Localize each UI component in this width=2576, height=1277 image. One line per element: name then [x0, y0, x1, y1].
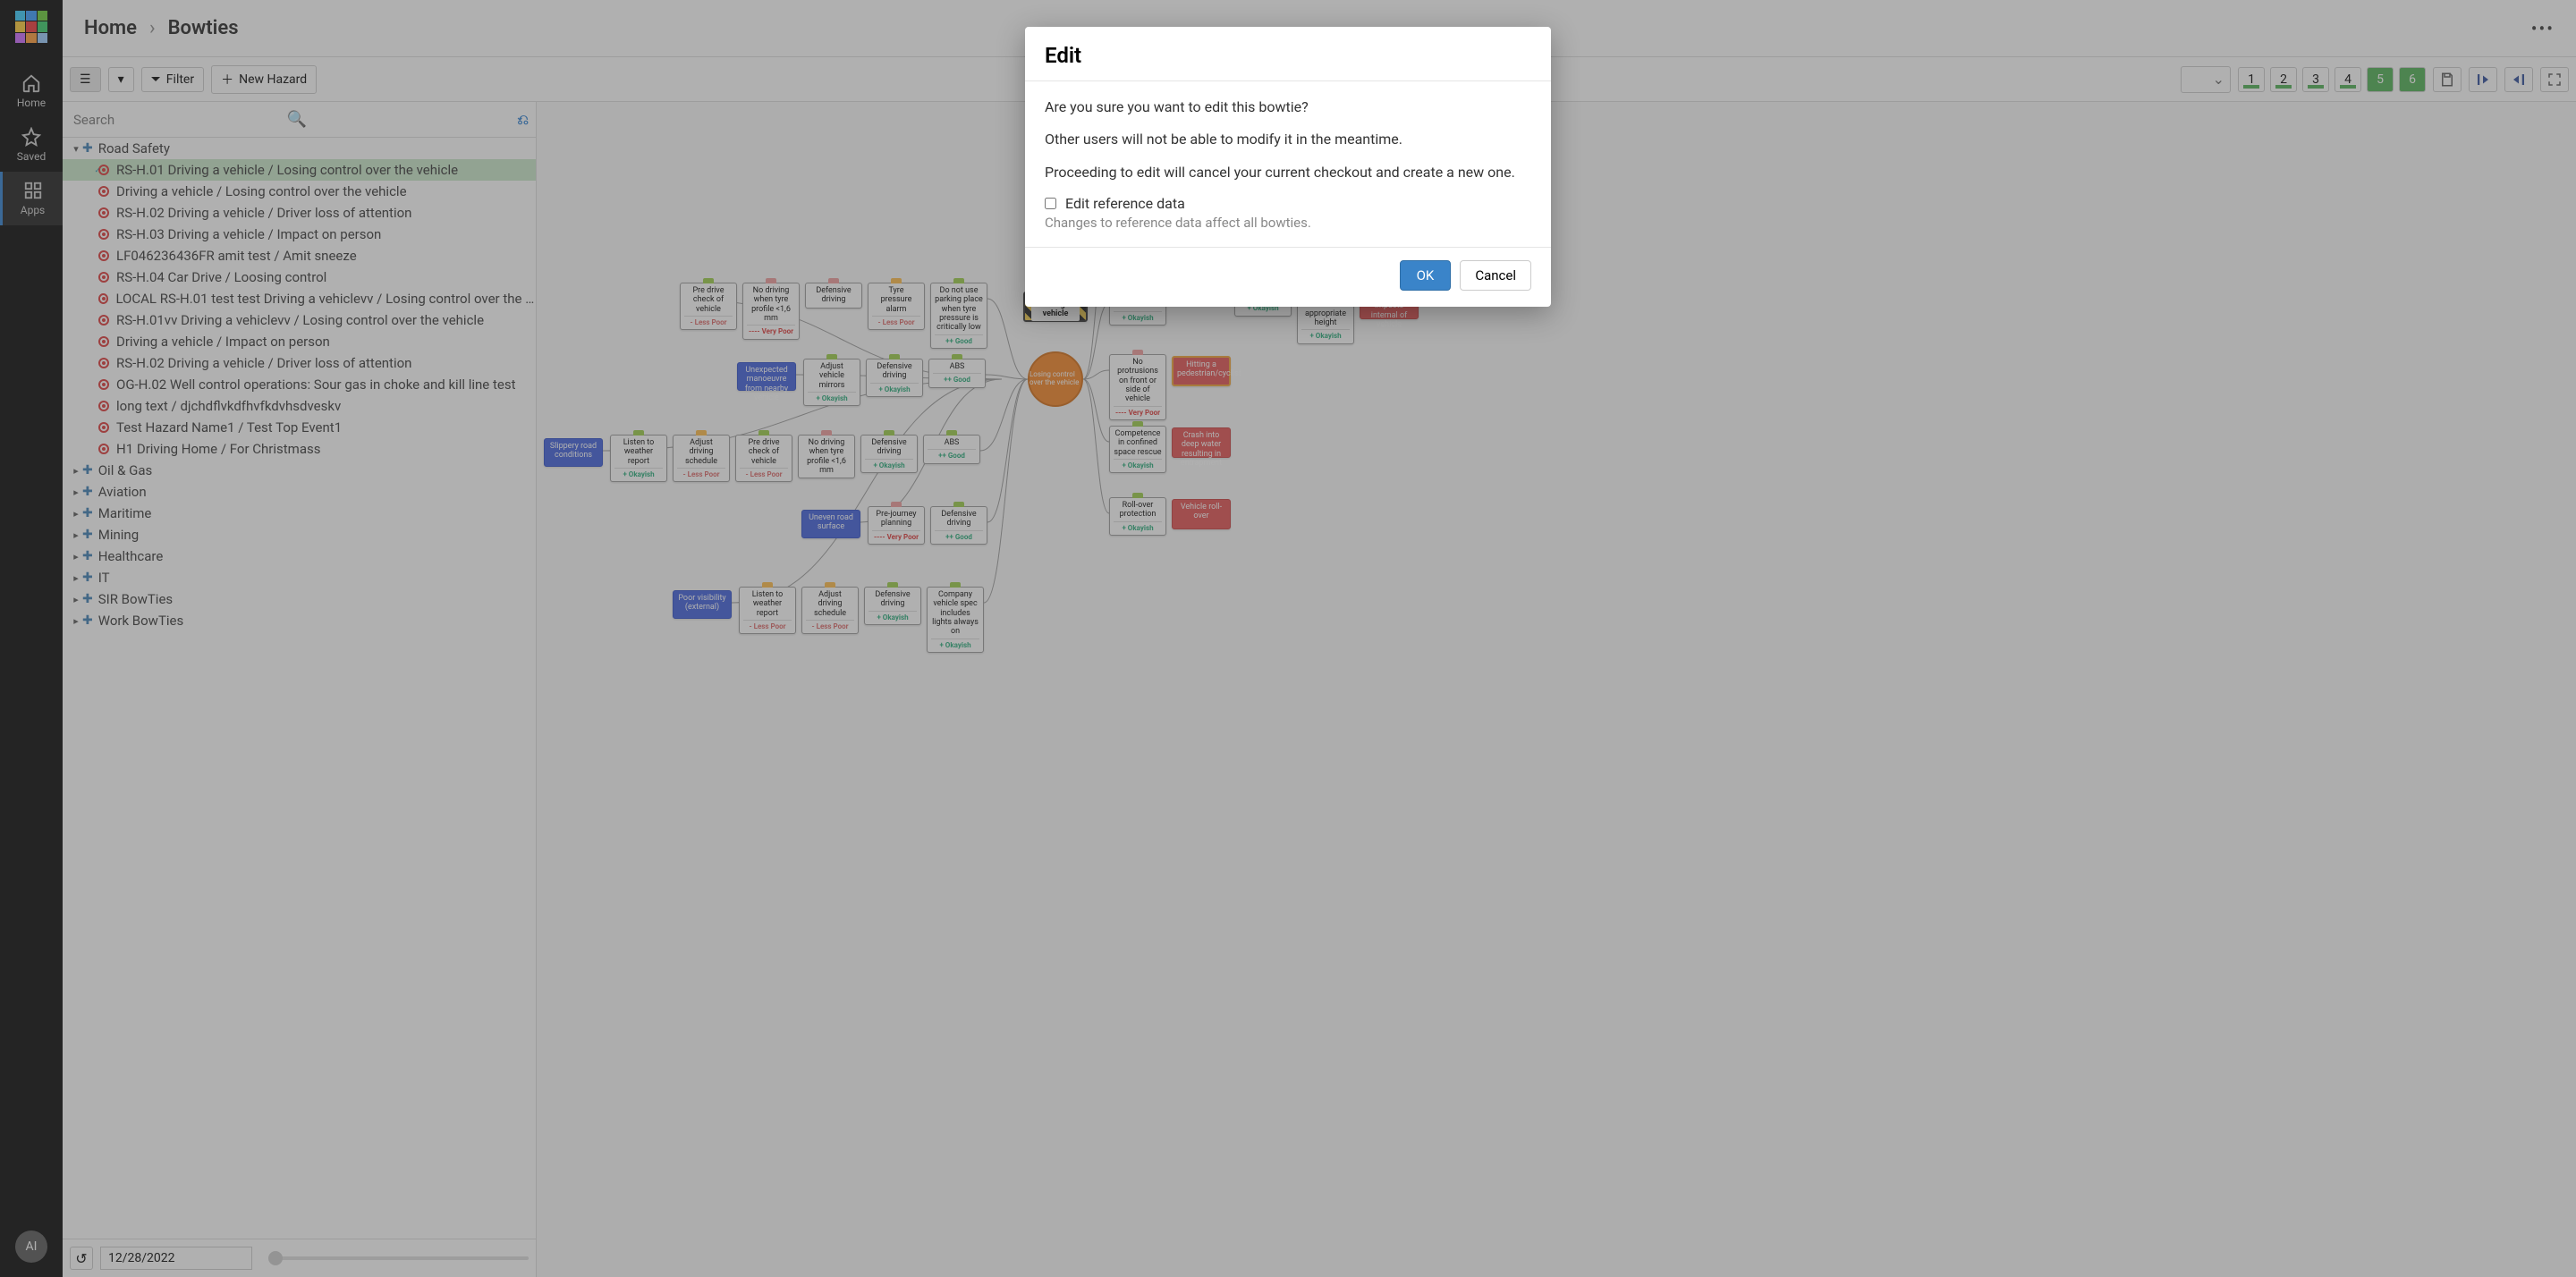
modal-overlay[interactable]: Edit Are you sure you want to edit this …: [0, 0, 2576, 1277]
modal-title: Edit: [1025, 27, 1551, 81]
edit-reference-checkbox-label[interactable]: Edit reference data: [1045, 195, 1531, 212]
modal-text-1: Are you sure you want to edit this bowti…: [1045, 97, 1531, 117]
edit-reference-checkbox[interactable]: [1045, 198, 1056, 209]
checkbox-text: Edit reference data: [1065, 195, 1185, 212]
edit-modal: Edit Are you sure you want to edit this …: [1025, 27, 1551, 307]
modal-text-2: Other users will not be able to modify i…: [1045, 130, 1531, 149]
modal-hint: Changes to reference data affect all bow…: [1045, 214, 1531, 233]
modal-text-3: Proceeding to edit will cancel your curr…: [1045, 163, 1531, 182]
ok-button[interactable]: OK: [1400, 260, 1452, 291]
cancel-button[interactable]: Cancel: [1460, 260, 1531, 291]
